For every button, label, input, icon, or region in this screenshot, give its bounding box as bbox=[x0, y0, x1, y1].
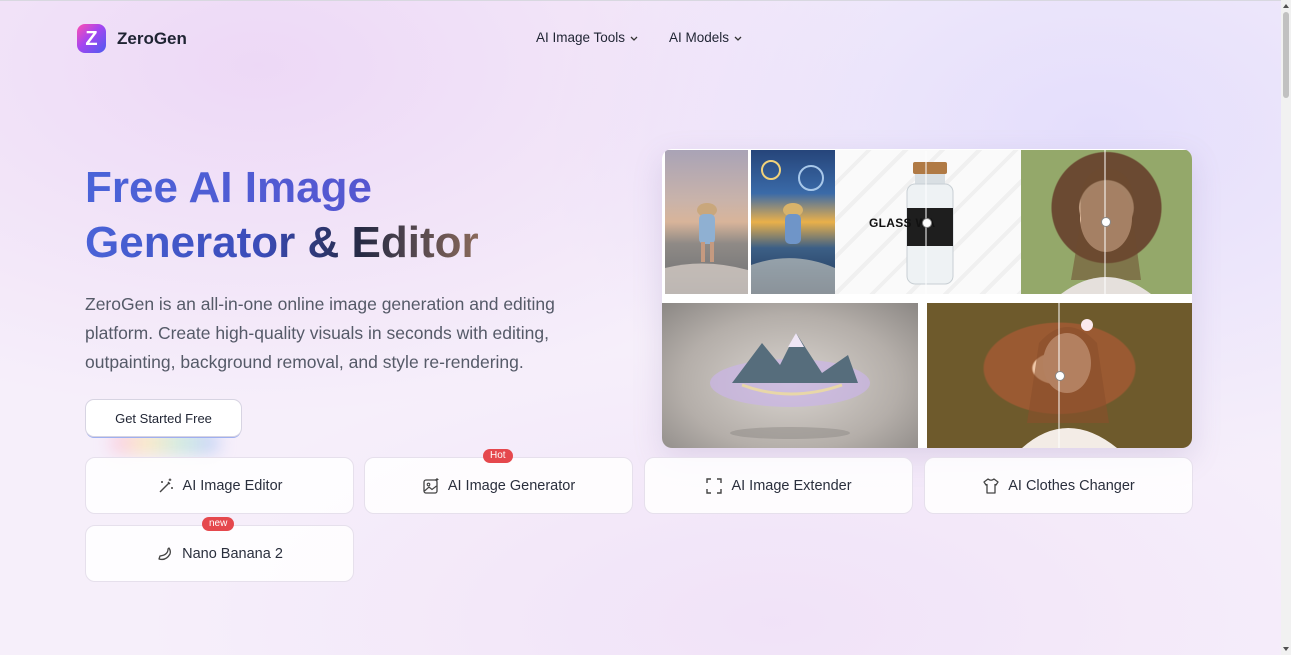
hero-title: Free AI Image Generator & Editor bbox=[85, 160, 605, 270]
magic-wand-icon bbox=[159, 478, 173, 492]
hero-title-line1: Free AI Image bbox=[85, 163, 372, 212]
get-started-button[interactable]: Get Started Free bbox=[85, 399, 242, 437]
tool-card-label: AI Clothes Changer bbox=[1008, 477, 1135, 494]
tool-card-ai-image-editor[interactable]: AI Image Editor bbox=[85, 457, 354, 514]
showcase-bottle-photo: GLASS WA bbox=[835, 150, 1021, 294]
page-scrollbar[interactable] bbox=[1281, 0, 1291, 655]
chevron-down-icon bbox=[630, 36, 638, 41]
showcase-fantasy-island bbox=[662, 303, 918, 448]
hot-badge: Hot bbox=[483, 449, 513, 463]
hero-title-line2: Generator & Editor bbox=[85, 218, 479, 267]
showcase-portrait-girl bbox=[927, 303, 1192, 448]
shirt-icon bbox=[983, 477, 999, 494]
tool-card-ai-image-extender[interactable]: AI Image Extender bbox=[644, 457, 913, 514]
hero-description: ZeroGen is an all-in-one online image ge… bbox=[85, 294, 555, 372]
scroll-down-arrow-icon[interactable] bbox=[1283, 647, 1289, 651]
showcase-collage: GLASS WA bbox=[662, 149, 1192, 448]
banana-icon bbox=[158, 546, 172, 560]
showcase-stylized-photo bbox=[751, 150, 835, 294]
tool-card-label: AI Image Generator bbox=[447, 477, 576, 494]
brand-logo-icon[interactable]: Z bbox=[77, 24, 106, 53]
compare-slider-knob[interactable] bbox=[1055, 371, 1065, 381]
girl-silhouette-icon bbox=[665, 203, 748, 294]
nav-ai-models[interactable]: AI Models bbox=[669, 30, 743, 45]
tool-card-ai-clothes-changer[interactable]: AI Clothes Changer bbox=[924, 457, 1193, 514]
hero-title-generator: Generator bbox=[85, 218, 296, 267]
tool-card-label: AI Image Editor bbox=[182, 477, 283, 494]
tool-card-nano-banana-2[interactable]: Nano Banana 2 bbox=[85, 525, 354, 582]
nav-ai-image-tools[interactable]: AI Image Tools bbox=[536, 30, 639, 45]
showcase-portrait-woman bbox=[1021, 150, 1192, 294]
showcase-beach-photo bbox=[665, 150, 748, 294]
brand-name[interactable]: ZeroGen bbox=[117, 29, 187, 49]
image-sparkle-icon bbox=[423, 477, 439, 494]
scrollbar-thumb[interactable] bbox=[1283, 12, 1289, 98]
expand-frame-icon bbox=[706, 477, 723, 494]
swirl-painting-icon bbox=[751, 160, 835, 294]
top-border bbox=[0, 0, 1281, 1]
nav-label: AI Image Tools bbox=[536, 30, 626, 45]
tool-card-label: Nano Banana 2 bbox=[182, 545, 283, 562]
new-badge: new bbox=[202, 517, 235, 531]
scroll-up-arrow-icon[interactable] bbox=[1283, 4, 1289, 8]
tool-card-ai-image-generator[interactable]: AI Image Generator bbox=[364, 457, 633, 514]
hero-title-editor: & Editor bbox=[295, 218, 479, 267]
tool-card-label: AI Image Extender bbox=[731, 477, 852, 494]
chevron-down-icon bbox=[734, 36, 742, 41]
island-illustration bbox=[710, 333, 870, 439]
compare-slider-knob[interactable] bbox=[922, 218, 932, 228]
nav-label: AI Models bbox=[669, 30, 730, 45]
logo-letter: Z bbox=[85, 27, 98, 50]
compare-slider-knob[interactable] bbox=[1101, 217, 1111, 227]
